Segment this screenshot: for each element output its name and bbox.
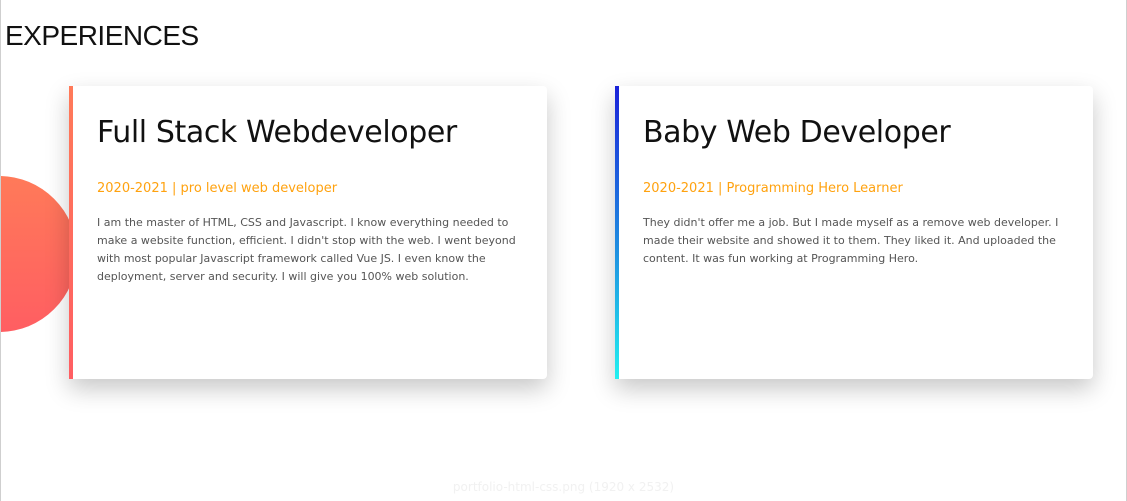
card-accent-bar xyxy=(615,86,619,379)
card-description: I am the master of HTML, CSS and Javascr… xyxy=(97,216,516,283)
card-title: Full Stack Webdeveloper xyxy=(97,115,457,150)
experience-card: Baby Web Developer 2020-2021 | Programmi… xyxy=(615,86,1093,379)
card-meta: 2020-2021 | Programming Hero Learner xyxy=(643,181,903,196)
page: EXPERIENCES Full Stack Webdeveloper 2020… xyxy=(0,0,1127,501)
card-title: Baby Web Developer xyxy=(643,115,951,150)
decorative-circle xyxy=(1,176,77,332)
card-description: They didn't offer me a job. But I made m… xyxy=(643,216,1059,265)
experience-card: Full Stack Webdeveloper 2020-2021 | pro … xyxy=(69,86,547,379)
card-meta: 2020-2021 | pro level web developer xyxy=(97,181,338,196)
card-accent-bar xyxy=(69,86,73,379)
section-title: EXPERIENCES xyxy=(5,20,199,51)
image-watermark: portfolio-html-css.png (1920 x 2532) xyxy=(452,480,675,494)
